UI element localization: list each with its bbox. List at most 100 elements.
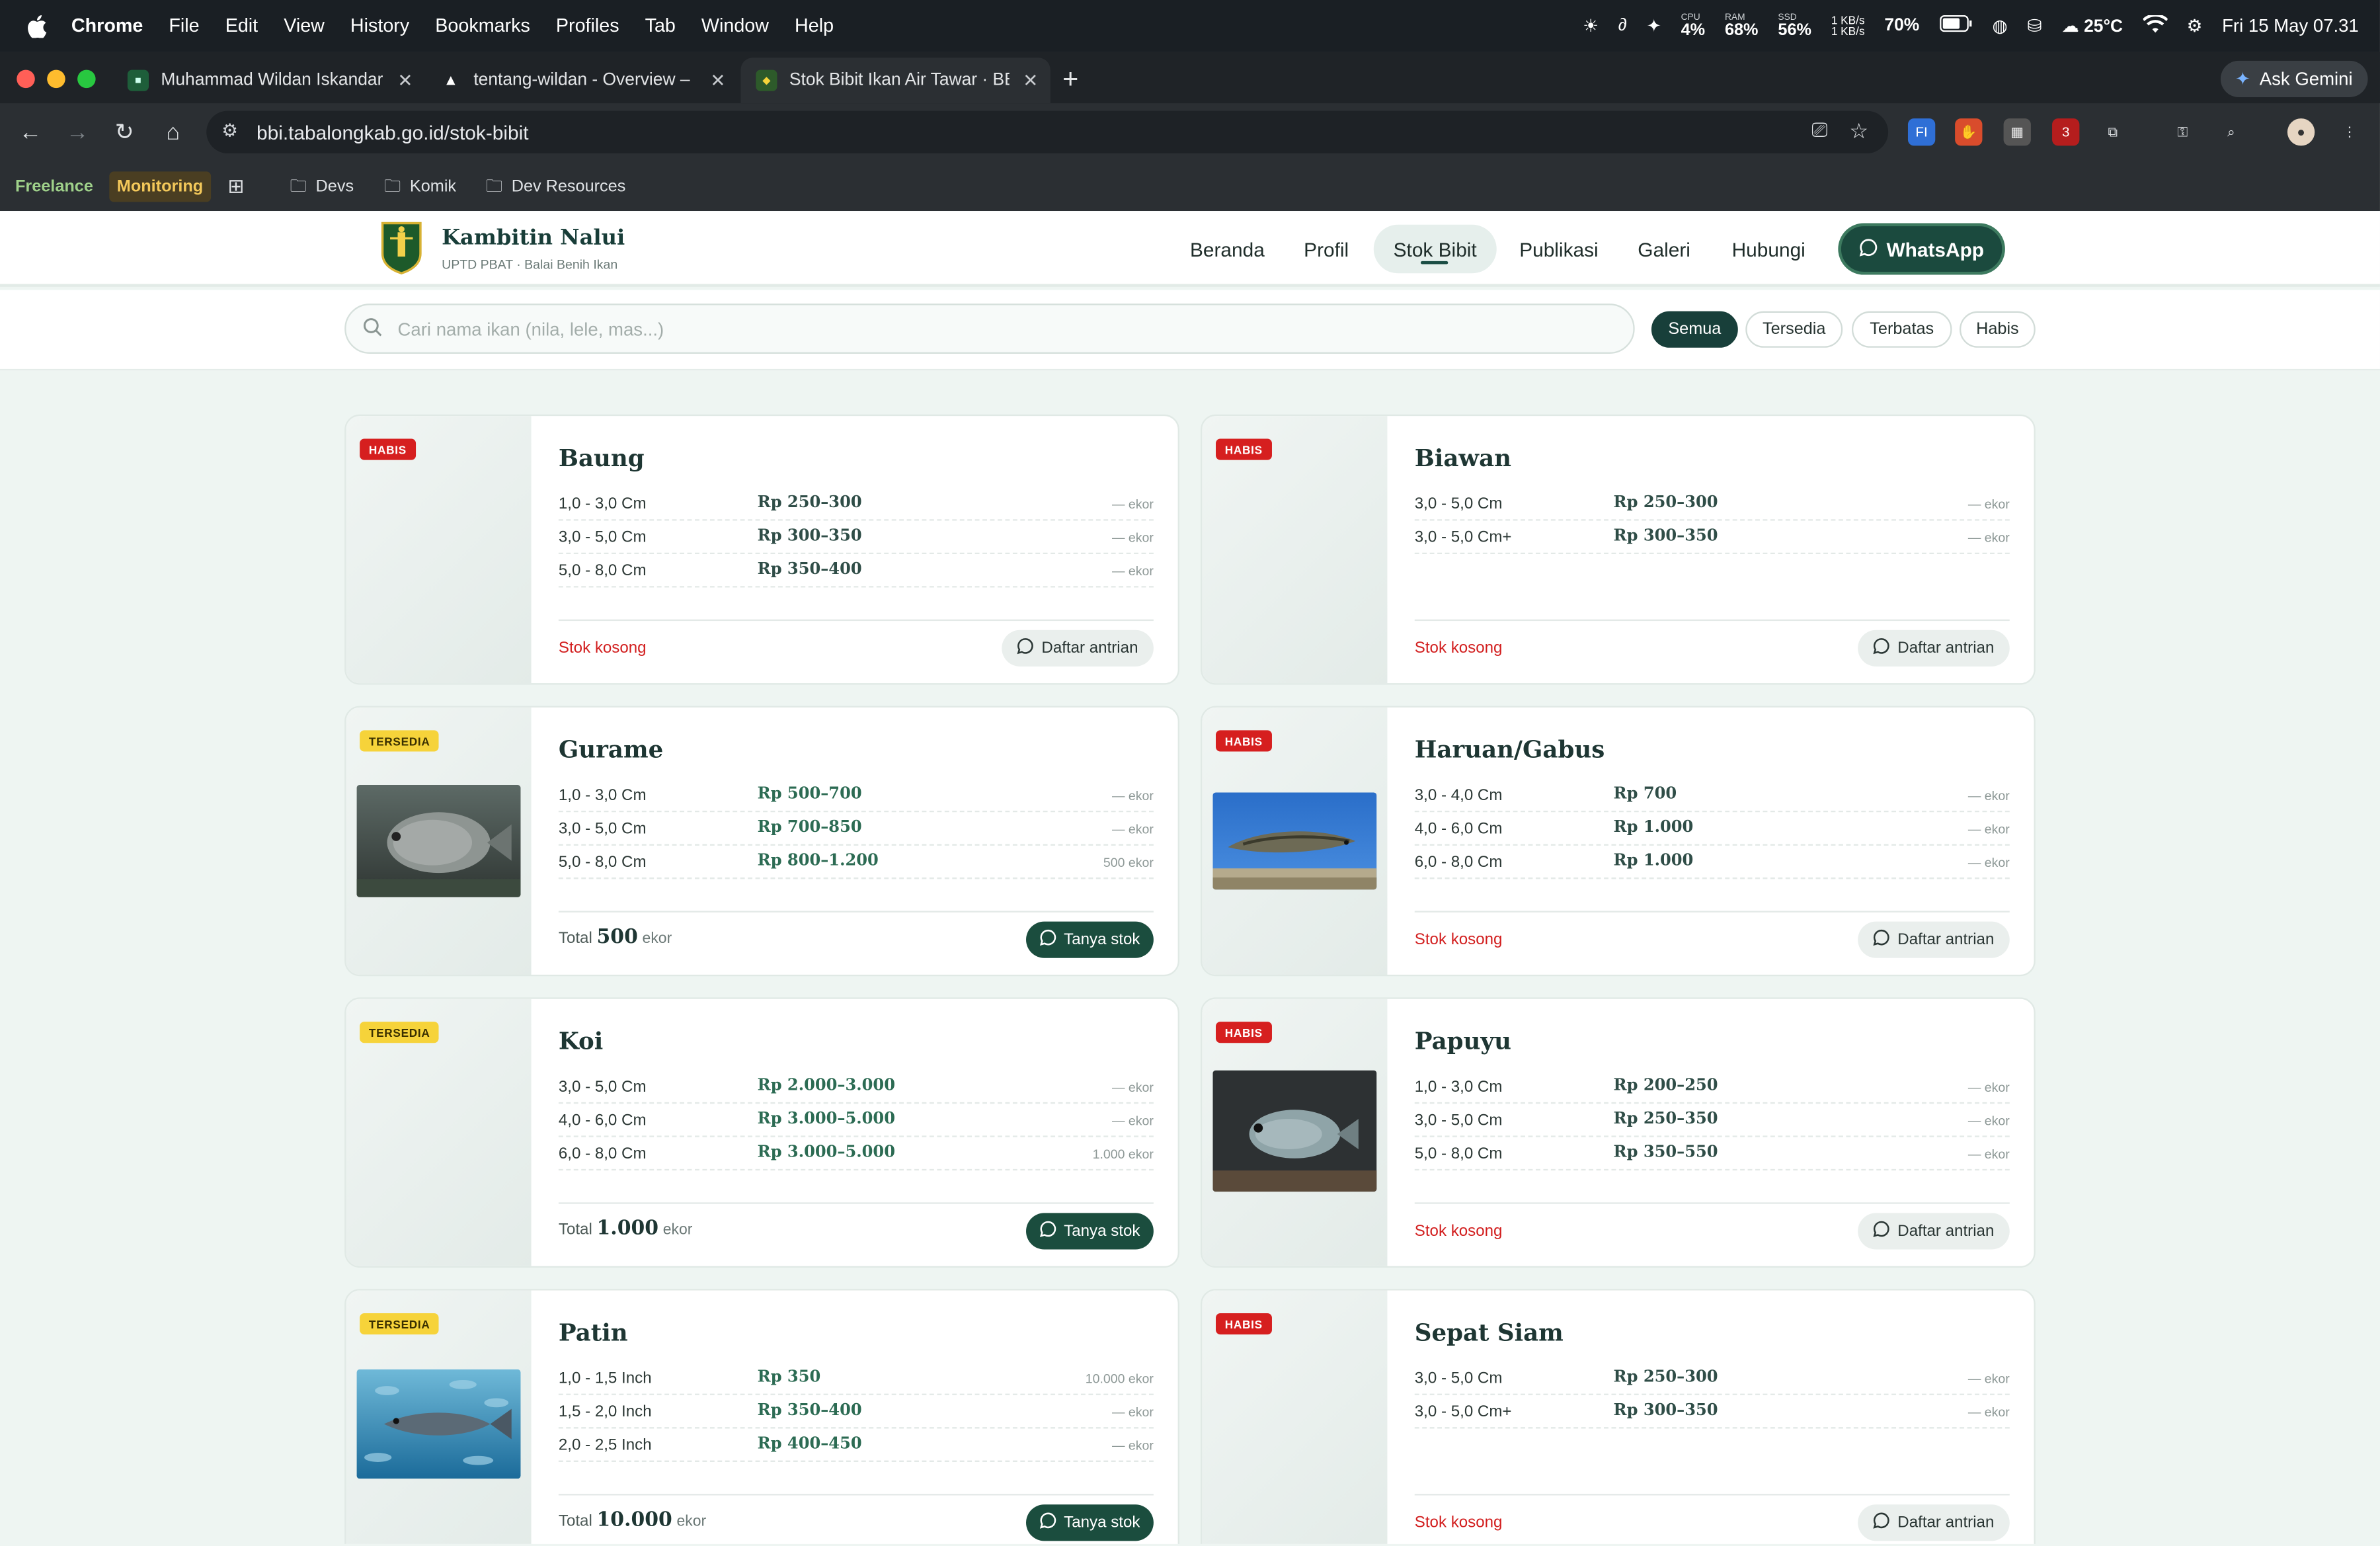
minimize-window-button[interactable] [47,69,65,89]
menu-file[interactable]: File [169,15,199,36]
stock-count: — ekor [1967,1079,2010,1095]
menu-view[interactable]: View [284,15,325,36]
profile-avatar[interactable]: ● [2287,118,2315,146]
whatsapp-button[interactable]: WhatsApp [1838,223,2005,275]
waitlist-button[interactable]: Daftar antrian [1002,630,1154,667]
size-price-row: 5,0 - 8,0 Cm Rp 800–1.200 500 ekor [558,846,1154,879]
bookmark-freelance[interactable]: Freelance [15,171,93,202]
ask-gemini-button[interactable]: ✦ Ask Gemini [2219,60,2368,97]
folder-icon: 🗀 [485,177,502,196]
menu-history[interactable]: History [350,15,409,36]
globe-icon[interactable]: ◍ [1992,15,2007,37]
size-range: 1,5 - 2,0 Inch [558,1403,652,1421]
status-badge: TERSEDIA [360,730,440,752]
home-icon[interactable]: ⌂ [158,117,188,147]
size-price-list: 1,0 - 3,0 Cm Rp 500–700— ekor 3,0 - 5,0 Cm… [558,779,1154,879]
control-center-icon[interactable]: ⚙ [2187,15,2203,37]
wifi-icon[interactable] [2141,13,2168,37]
kabupaten-logo[interactable] [381,220,422,275]
menu-app-name[interactable]: Chrome [71,15,143,36]
size-price-row: 4,0 - 6,0 Cm Rp 1.000 — ekor [1414,812,2010,846]
ssd-stat[interactable]: SSD 56% [1778,13,1811,39]
sparkle-icon[interactable]: ✦ [1647,15,1661,37]
bookmark-folder-devs[interactable]: 🗀 Devs [290,171,354,202]
weather-widget[interactable]: ☁ 25°C [2061,15,2123,37]
net-stat[interactable]: 1 KB/s 1 KB/s [1831,15,1865,37]
menu-window[interactable]: Window [701,15,769,36]
browser-tab-active[interactable]: ◆ Stok Bibit Ikan Air Tawar · BBI ✕ [740,58,1051,104]
battery-icon[interactable] [1939,15,1973,36]
cpu-stat[interactable]: CPU 4% [1681,13,1706,39]
menu-bookmarks[interactable]: Bookmarks [435,15,530,36]
menu-help[interactable]: Help [795,15,834,36]
site-brand-name[interactable]: Kambitin Nalui [442,226,625,251]
filter-terbatas[interactable]: Terbatas [1851,311,1952,348]
browser-tab[interactable]: ■ Muhammad Wildan Iskandar | ✕ [112,58,425,103]
brightness-icon[interactable]: ☀ [1583,15,1599,37]
size-price-row: 1,0 - 1,5 Inch Rp 350 10.000 ekor [558,1362,1154,1395]
nav-publikasi[interactable]: Publikasi [1499,225,1618,273]
filter-tersedia[interactable]: Tersedia [1745,311,1843,348]
web-page: Kambitin Nalui UPTD PBAT · Balai Benih I… [0,211,2380,1544]
apple-icon[interactable] [26,14,47,38]
waitlist-button[interactable]: Daftar antrian [1858,1504,2010,1541]
new-tab-button[interactable]: + [1062,63,1078,95]
password-key-icon[interactable]: ⚿ [2169,118,2196,145]
nav-hubungi[interactable]: Hubungi [1712,225,1825,273]
waitlist-button[interactable]: Daftar antrian [1858,1213,2010,1250]
size-price-row: 4,0 - 6,0 Cm Rp 3.000–5.000 — ekor [558,1104,1154,1137]
size-price-row: 3,0 - 4,0 Cm Rp 700 — ekor [1414,779,2010,813]
bookmark-star-icon[interactable]: ☆ [1849,118,1868,144]
back-icon[interactable]: ← [15,117,46,147]
extensions-puzzle-icon[interactable]: ⧉ [2099,118,2126,145]
forward-icon[interactable]: → [62,117,93,147]
ask-stock-button[interactable]: Tanya stok [1026,1504,1154,1541]
bookmark-folder-komik[interactable]: 🗀 Komik [384,171,456,202]
clock[interactable]: Fri 15 May 07.31 [2222,15,2359,36]
database-icon[interactable]: ⛁ [2027,15,2042,37]
extension-badge-icon[interactable]: 3 [2052,118,2080,146]
chat-bubble-icon [1859,237,1878,260]
close-tab-icon[interactable]: ✕ [397,70,413,91]
address-bar[interactable]: ⚙ bbi.tabalongkab.go.id/stok-bibit ⎚ ☆ [206,110,1889,153]
size-price-row: 6,0 - 8,0 Cm Rp 3.000–5.000 1.000 ekor [558,1137,1154,1171]
chrome-menu-icon[interactable]: ⋮ [2336,118,2363,145]
nav-galeri[interactable]: Galeri [1618,225,1710,273]
menu-tab[interactable]: Tab [645,15,676,36]
url-text[interactable]: bbi.tabalongkab.go.id/stok-bibit [257,121,529,143]
close-tab-icon[interactable]: ✕ [1023,70,1038,91]
chat-bubble-icon [1039,1221,1056,1242]
search-input[interactable] [397,305,1612,352]
filter-habis[interactable]: Habis [1960,311,2036,348]
close-tab-icon[interactable]: ✕ [710,70,725,91]
extension-fi-icon[interactable]: FI [1907,118,1936,146]
nav-profil[interactable]: Profil [1284,225,1368,273]
waitlist-button[interactable]: Daftar antrian [1858,630,2010,667]
ram-stat[interactable]: RAM 68% [1725,13,1759,39]
reload-icon[interactable]: ↻ [109,117,139,147]
price: Rp 250–300 [1613,493,1718,512]
bookmark-monitoring[interactable]: Monitoring [109,171,211,202]
bookmark-folder-dev-resources[interactable]: 🗀 Dev Resources [486,171,626,202]
install-app-icon[interactable]: ⎚ [1811,118,1827,143]
status-app-icon[interactable]: ∂ [1618,17,1627,35]
waitlist-button[interactable]: Daftar antrian [1858,921,2010,958]
extension-hand-icon[interactable]: ✋ [1955,118,1983,146]
extension-qr-icon[interactable]: ▦ [2003,118,2031,146]
menu-edit[interactable]: Edit [225,15,258,36]
site-settings-icon[interactable]: ⚙ [221,120,238,141]
tab-search-icon[interactable]: ⌕ [2217,118,2244,145]
nav-beranda[interactable]: Beranda [1170,225,1285,273]
card-footer: Total 10.000 ekor Tanya stok [558,1494,1154,1541]
browser-tab[interactable]: ▲ tentang-wildan - Overview – ✕ [425,58,738,103]
ask-stock-button[interactable]: Tanya stok [1026,921,1154,958]
zoom-window-button[interactable] [77,69,96,89]
apps-grid-icon[interactable]: ⊞ [227,171,244,202]
nav-stok-bibit[interactable]: Stok Bibit [1373,224,1497,274]
card-footer: Total 500 ekor Tanya stok [558,911,1154,958]
filter-semua[interactable]: Semua [1651,311,1738,348]
close-window-button[interactable] [17,69,35,89]
status-badge: TERSEDIA [360,1313,440,1335]
menu-profiles[interactable]: Profiles [556,15,619,36]
ask-stock-button[interactable]: Tanya stok [1026,1213,1154,1250]
